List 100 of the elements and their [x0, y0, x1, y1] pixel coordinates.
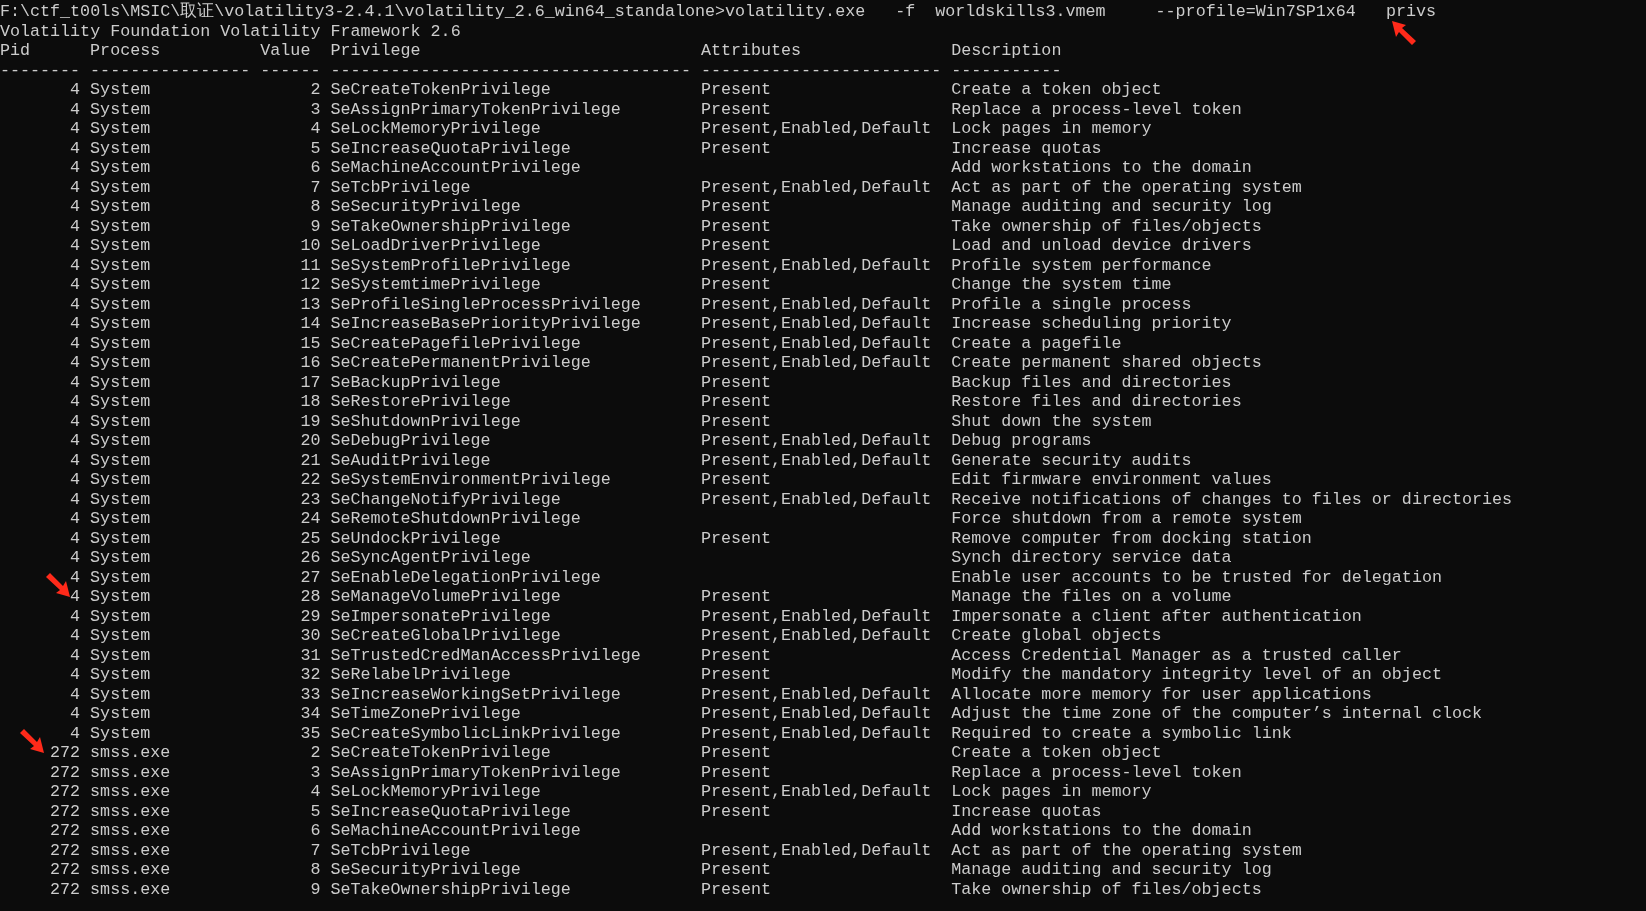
value-cell: 31: [300, 645, 321, 665]
process-cell: System: [90, 411, 151, 431]
privilege-cell: SeEnableDelegationPrivilege: [330, 567, 601, 587]
description-cell: Increase scheduling priority: [951, 314, 1232, 333]
process-cell: System: [90, 255, 151, 275]
privilege-cell: SeIncreaseWorkingSetPrivilege: [330, 684, 621, 704]
privilege-cell: SeTcbPrivilege: [330, 840, 471, 860]
privilege-cell: SeLockMemoryPrivilege: [330, 119, 541, 138]
value-cell: 3: [310, 99, 321, 119]
value-cell: 9: [310, 216, 321, 236]
value-cell: 5: [310, 138, 321, 158]
description-cell: Create a token object: [951, 80, 1162, 99]
value-cell: 28: [300, 587, 321, 606]
value-cell: 16: [300, 353, 321, 372]
privilege-cell: SeAuditPrivilege: [330, 450, 491, 470]
header-rule: -----------: [951, 60, 1062, 80]
attributes-cell: Present: [700, 587, 771, 606]
value-cell: 7: [310, 177, 321, 197]
pid-cell: 4: [70, 80, 81, 99]
description-cell: Required to create a symbolic link: [951, 723, 1292, 743]
privilege-cell: SeMachineAccountPrivilege: [330, 158, 581, 177]
pid-cell: 4: [70, 119, 81, 138]
privilege-cell: SeIncreaseBasePriorityPrivilege: [330, 314, 641, 333]
process-cell: System: [90, 528, 151, 548]
value-cell: 22: [300, 470, 321, 489]
process-cell: smss.exe: [90, 879, 171, 899]
description-cell: Create a token object: [951, 743, 1162, 762]
attributes-cell: Present,Enabled,Default: [700, 177, 932, 197]
process-cell: System: [90, 138, 151, 158]
privilege-cell: SeImpersonatePrivilege: [330, 606, 551, 626]
value-cell: 34: [300, 704, 321, 723]
description-cell: Backup files and directories: [951, 372, 1232, 392]
attributes-cell: Present,Enabled,Default: [700, 626, 932, 645]
value-cell: 32: [300, 665, 321, 684]
process-cell: System: [90, 99, 151, 119]
pid-cell: 4: [70, 509, 81, 528]
description-cell: Manage auditing and security log: [951, 197, 1272, 216]
attributes-cell: Present,Enabled,Default: [700, 684, 932, 704]
value-cell: 19: [300, 411, 321, 431]
process-cell: System: [90, 626, 151, 645]
privilege-cell: SeCreateSymbolicLinkPrivilege: [330, 723, 621, 743]
attributes-cell: Present: [700, 645, 771, 665]
attributes-cell: Present,Enabled,Default: [700, 255, 932, 275]
privilege-cell: SeLoadDriverPrivilege: [330, 236, 541, 255]
attributes-cell: Present,Enabled,Default: [700, 450, 932, 470]
privilege-cell: SeCreateTokenPrivilege: [330, 80, 551, 99]
value-cell: 4: [310, 782, 321, 801]
privilege-cell: SeCreatePagefilePrivilege: [330, 333, 581, 353]
pid-cell: 4: [70, 236, 81, 255]
attributes-cell: Present,Enabled,Default: [700, 353, 932, 372]
attributes-cell: Present,Enabled,Default: [700, 489, 932, 509]
description-cell: Increase quotas: [951, 801, 1102, 821]
process-cell: System: [90, 177, 151, 197]
pid-cell: 4: [70, 645, 81, 665]
pid-cell: 4: [70, 723, 81, 743]
process-cell: smss.exe: [90, 860, 171, 879]
attributes-cell: Present: [700, 372, 771, 392]
pid-cell: 4: [70, 489, 81, 509]
process-cell: System: [90, 431, 151, 450]
privilege-cell: SeChangeNotifyPrivilege: [330, 489, 561, 509]
pid-cell: 272: [50, 801, 81, 821]
column-header: Pid: [0, 41, 31, 60]
pid-cell: 272: [50, 782, 81, 801]
attributes-cell: Present: [700, 236, 771, 255]
attributes-cell: Present,Enabled,Default: [700, 723, 932, 743]
attributes-cell: Present: [700, 743, 771, 762]
privilege-cell: SeAssignPrimaryTokenPrivilege: [330, 762, 621, 782]
attributes-cell: Present: [700, 470, 771, 489]
process-cell: System: [90, 587, 151, 606]
value-cell: 21: [300, 450, 321, 470]
privilege-cell: SeUndockPrivilege: [330, 528, 501, 548]
process-cell: System: [90, 723, 151, 743]
pid-cell: 4: [70, 372, 81, 392]
attributes-cell: Present: [700, 99, 771, 119]
description-cell: Force shutdown from a remote system: [951, 509, 1302, 528]
privilege-cell: SeCreatePermanentPrivilege: [330, 353, 591, 372]
process-cell: System: [90, 392, 151, 411]
privilege-cell: SeTakeOwnershipPrivilege: [330, 216, 571, 236]
pid-cell: 4: [70, 99, 81, 119]
process-cell: smss.exe: [90, 840, 171, 860]
privilege-cell: SeManageVolumePrivilege: [330, 587, 561, 606]
attributes-cell: Present,Enabled,Default: [700, 119, 932, 138]
attributes-cell: Present,Enabled,Default: [700, 704, 932, 723]
attributes-cell: Present: [700, 275, 771, 294]
pid-cell: 272: [50, 743, 81, 762]
description-cell: Remove computer from docking station: [951, 528, 1312, 548]
description-cell: Create global objects: [951, 626, 1162, 645]
column-header: Attributes: [700, 41, 802, 60]
pid-cell: 272: [50, 860, 81, 879]
description-cell: Load and unload device drivers: [951, 236, 1252, 255]
privilege-cell: SeShutdownPrivilege: [330, 411, 521, 431]
description-cell: Lock pages in memory: [951, 782, 1152, 801]
process-cell: System: [90, 80, 151, 99]
attributes-cell: Present: [700, 860, 771, 879]
process-cell: System: [90, 684, 151, 704]
description-cell: Act as part of the operating system: [951, 177, 1302, 197]
description-cell: Replace a process-level token: [951, 99, 1242, 119]
value-cell: 6: [310, 821, 321, 840]
process-cell: System: [90, 606, 151, 626]
description-cell: Act as part of the operating system: [951, 840, 1302, 860]
